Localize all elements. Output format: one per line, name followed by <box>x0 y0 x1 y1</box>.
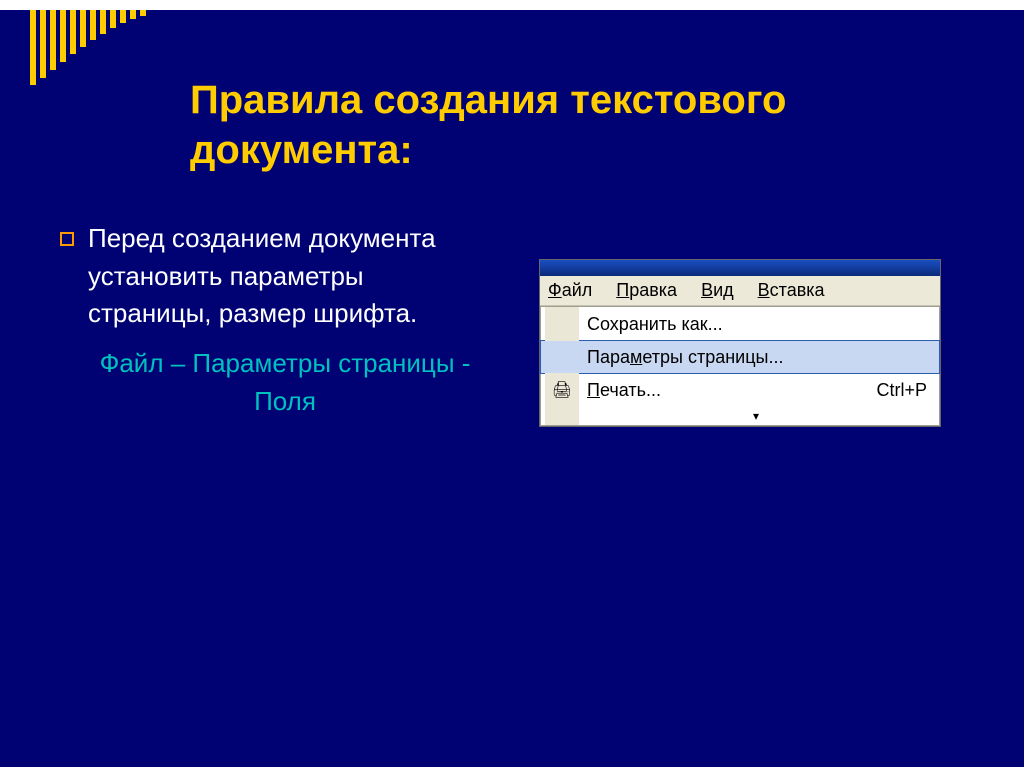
menu-item-page-setup[interactable]: Параметры страницы... <box>540 340 940 374</box>
chevron-down-icon: ▾ <box>587 407 927 425</box>
menu-file[interactable]: Файл <box>548 280 592 301</box>
title-line-1: Правила создания текстового <box>190 78 786 122</box>
menu-item-label: Параметры страницы... <box>587 347 927 368</box>
slide-title: Правила создания текстового документа: <box>190 75 964 175</box>
menu-item-label: Сохранить как... <box>587 314 927 335</box>
save-as-text: Сохранить как... <box>587 314 723 334</box>
menu-expand[interactable]: ▾ <box>541 407 939 425</box>
blank-icon <box>545 340 579 374</box>
window-titlebar <box>540 260 940 276</box>
menu-edit[interactable]: Правка <box>616 280 677 301</box>
menu-item-print[interactable]: 🖨 Печать... Ctrl+P <box>541 373 939 407</box>
printer-icon: 🖨 <box>545 373 579 407</box>
menubar: Файл Правка Вид Вставка <box>540 276 940 306</box>
blank-icon <box>545 407 579 425</box>
bullet-square-icon <box>60 232 74 246</box>
print-text: Печать... <box>587 380 661 400</box>
embedded-word-window: Файл Правка Вид Вставка Сохранить как...… <box>540 260 940 426</box>
menu-insert[interactable]: Вставка <box>758 280 825 301</box>
menu-item-label: Печать... <box>587 380 876 401</box>
slide-body: Перед созданием документа установить пар… <box>60 220 480 420</box>
file-dropdown: Сохранить как... Параметры страницы... 🖨… <box>540 306 940 426</box>
decor-bars <box>30 10 146 85</box>
bullet-text: Перед созданием документа установить пар… <box>88 220 480 333</box>
menu-item-save-as[interactable]: Сохранить как... <box>541 307 939 341</box>
shortcut-text: Ctrl+P <box>876 380 927 401</box>
page-setup-text: Параметры страницы... <box>587 347 783 367</box>
blank-icon <box>545 307 579 341</box>
title-line-2: документа: <box>190 128 413 172</box>
menu-view[interactable]: Вид <box>701 280 734 301</box>
sub-text: Файл – Параметры страницы - Поля <box>60 345 480 420</box>
bullet-item: Перед созданием документа установить пар… <box>60 220 480 333</box>
slide-top-border <box>0 0 1024 10</box>
